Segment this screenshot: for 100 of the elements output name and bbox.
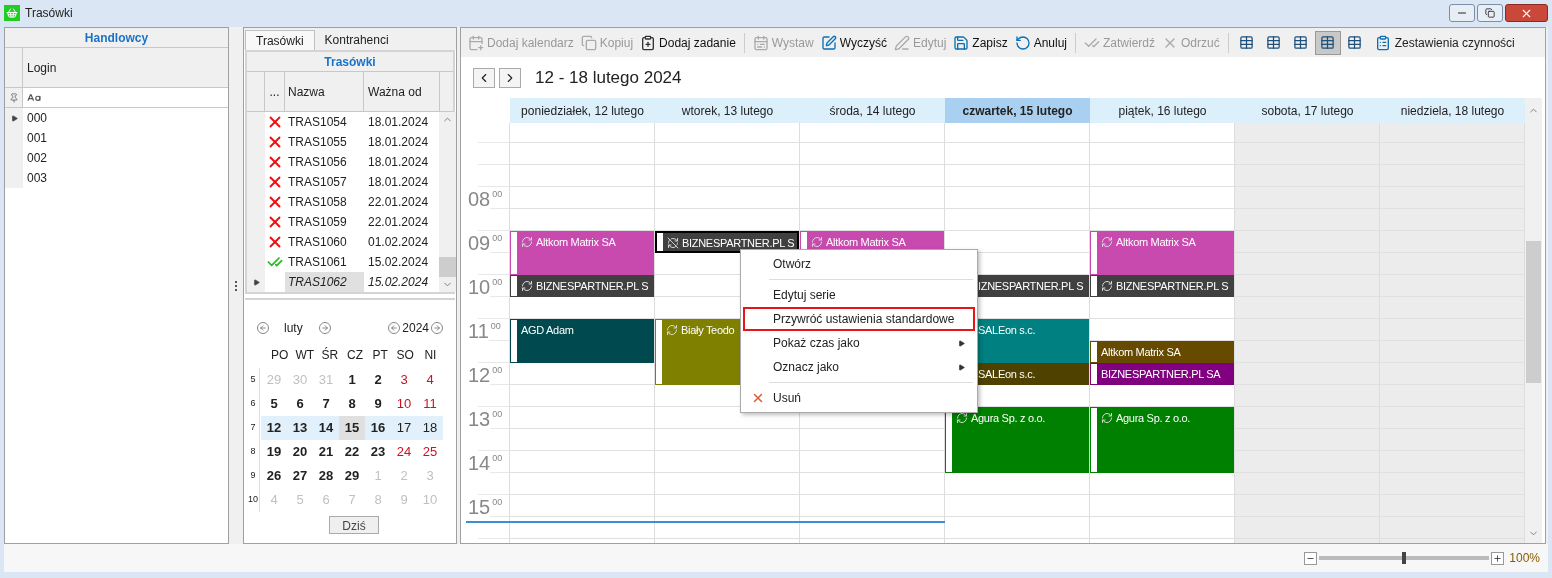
toolbar-button[interactable]: Anuluj [1011,31,1070,54]
day-header[interactable]: środa, 14 lutego [800,98,945,123]
table-cell[interactable]: TRAS1062 [285,272,364,292]
appointment[interactable]: BIZNESPARTNER.PL S [1090,275,1234,297]
tab[interactable]: Trasówki [245,30,315,50]
next-week-button[interactable] [499,67,521,88]
table-cell[interactable]: TRAS1054 [285,112,364,132]
table-cell[interactable]: TRAS1056 [285,152,364,172]
today-button[interactable]: Dziś [329,516,379,534]
table-cell[interactable]: 22.01.2024 [364,212,439,232]
zoom-in-button[interactable] [1491,551,1505,565]
calendar-day[interactable]: 4 [417,368,443,392]
table-cell[interactable]: TRAS1060 [285,232,364,252]
table-cell[interactable]: 001 [23,129,48,147]
appointment[interactable]: Agura Sp. z o.o. [945,407,1089,473]
calendar-day[interactable]: 22 [339,440,365,464]
table-cell[interactable]: TRAS1058 [285,192,364,212]
row-indicator[interactable] [5,108,23,128]
calendar-day[interactable]: 2 [365,368,391,392]
restore-button[interactable] [1477,4,1503,22]
calendar-day[interactable]: 1 [339,368,365,392]
next-year-button[interactable] [431,322,443,334]
calendar-day[interactable]: 23 [365,440,391,464]
table-cell[interactable]: 15.02.2024 [364,252,439,272]
appointment[interactable]: Altkom Matrix SA [510,231,654,275]
appointment[interactable]: Altkom Matrix SA [1090,341,1234,363]
previous-month-button[interactable] [257,322,269,334]
column-header[interactable]: Login [23,58,57,77]
column-header[interactable]: ... [265,72,285,111]
calendar-day[interactable]: 20 [287,440,313,464]
day-header[interactable]: czwartek, 15 lutego [945,98,1090,123]
appointment[interactable]: Altkom Matrix SA [1090,231,1234,275]
close-button[interactable] [1505,4,1548,22]
menu-item[interactable]: Usuń [743,386,975,410]
day-header[interactable]: piątek, 16 lutego [1090,98,1235,123]
calendar-day[interactable]: 16 [365,416,391,440]
day-header[interactable]: poniedziałek, 12 lutego [510,98,655,123]
calendar-day[interactable]: 8 [339,392,365,416]
toolbar-button[interactable]: Dodaj zadanie [637,31,739,54]
calendar-day[interactable]: 14 [313,416,339,440]
calendar-day[interactable]: 19 [261,440,287,464]
toolbar-button[interactable]: Wyczyść [817,31,890,54]
calendar-day[interactable]: 17 [391,416,417,440]
table-cell[interactable]: 18.01.2024 [364,172,439,192]
menu-item[interactable]: Otwórz [743,252,975,276]
table-cell[interactable]: 22.01.2024 [364,192,439,212]
scrollbar[interactable] [439,112,456,292]
calendar-day[interactable]: 25 [417,440,443,464]
calendar-day[interactable]: 29 [339,464,365,488]
row-indicator[interactable] [247,272,265,292]
column-header[interactable]: Nazwa [285,72,364,111]
toolbar-button[interactable]: Zestawienia czynności [1370,31,1519,54]
calendar-day[interactable]: 11 [417,392,443,416]
zoom-out-button[interactable] [1304,551,1318,565]
calendar-day[interactable]: 5 [261,392,287,416]
calendar-day[interactable]: 18 [417,416,443,440]
column-header[interactable]: Ważna od [364,72,440,111]
table-cell[interactable]: 15.02.2024 [364,272,439,292]
calendar-day[interactable]: 24 [391,440,417,464]
next-month-button[interactable] [319,322,331,334]
table-cell[interactable]: TRAS1059 [285,212,364,232]
calendar-day[interactable]: 12 [261,416,287,440]
scrollbar[interactable] [1525,123,1542,543]
menu-item[interactable]: Przywróć ustawienia standardowe [743,307,975,331]
calendar-day[interactable]: 28 [313,464,339,488]
day-header[interactable]: sobota, 17 lutego [1235,98,1380,123]
minimize-button[interactable] [1449,4,1475,22]
appointment[interactable]: Agura Sp. z o.o. [1090,407,1234,473]
slider-thumb[interactable] [1402,552,1407,564]
table-cell[interactable]: 002 [23,149,48,167]
table-cell[interactable]: TRAS1061 [285,252,364,272]
scrollbar-thumb[interactable] [439,257,456,277]
table-cell[interactable]: 01.02.2024 [364,232,439,252]
calendar-day[interactable]: 3 [391,368,417,392]
previous-week-button[interactable] [473,67,495,88]
table-cell[interactable]: 18.01.2024 [364,152,439,172]
toolbar-button[interactable]: Zapisz [950,31,1011,54]
table-cell[interactable]: 18.01.2024 [364,112,439,132]
table-cell[interactable]: TRAS1055 [285,132,364,152]
calendar-day[interactable]: 6 [287,392,313,416]
appointment[interactable]: BIZNESPARTNER.PL S [510,275,654,297]
day-header[interactable]: wtorek, 13 lutego [655,98,800,123]
appointment[interactable]: BIZNESPARTNER.PL SA [1090,363,1234,385]
table-cell[interactable]: TRAS1057 [285,172,364,192]
calendar-day[interactable]: 26 [261,464,287,488]
calendar-day[interactable]: 27 [287,464,313,488]
calendar-day[interactable]: 21 [313,440,339,464]
table-cell[interactable]: 000 [23,109,48,127]
scrollbar-thumb[interactable] [1526,241,1541,383]
calendar-day[interactable]: 10 [391,392,417,416]
calendar-day[interactable]: 9 [365,392,391,416]
calendar-day[interactable]: 7 [313,392,339,416]
filter-pin-icon[interactable] [8,92,19,103]
appointment[interactable]: AGD Adam [510,319,654,363]
appointment[interactable]: BIZNESPARTNER.PL S [655,231,799,253]
table-cell[interactable]: 003 [23,169,48,187]
calendar-day[interactable]: 13 [287,416,313,440]
view-button[interactable] [1314,30,1341,55]
table-cell[interactable]: 18.01.2024 [364,132,439,152]
calendar-day[interactable]: 15 [339,416,365,440]
